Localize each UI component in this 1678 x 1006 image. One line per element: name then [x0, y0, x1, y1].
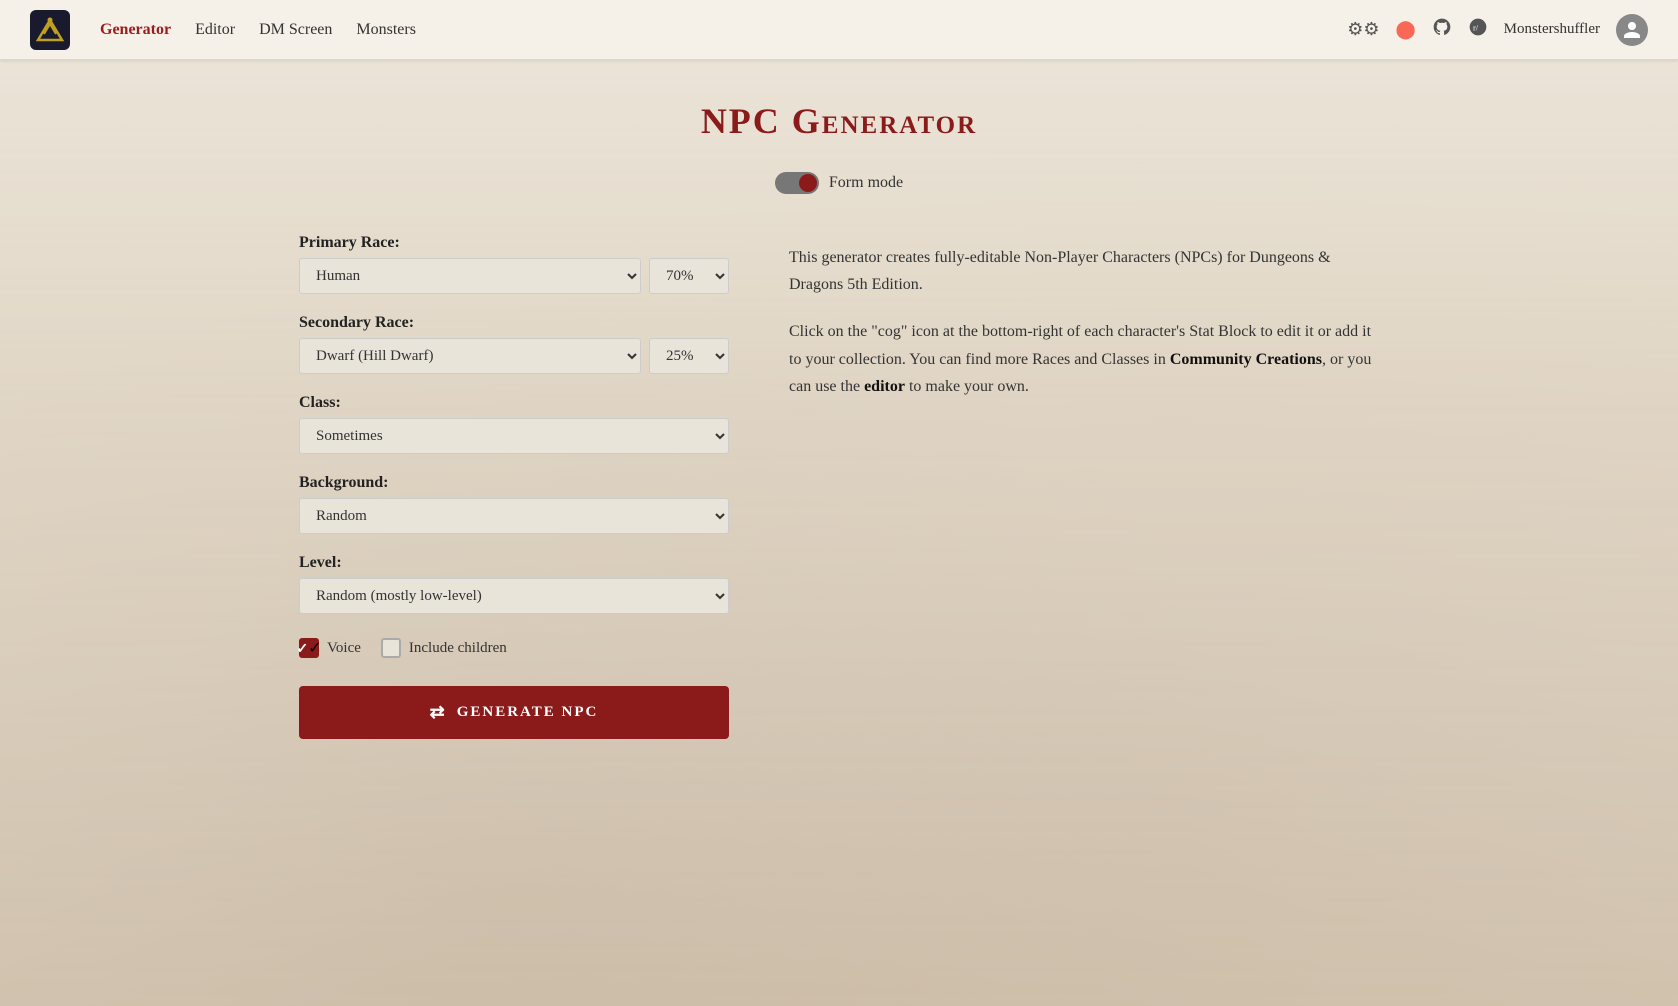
community-creations-link[interactable]: Community Creations	[1170, 351, 1322, 368]
check-icon: ✓	[296, 638, 321, 658]
info-paragraph-1: This generator creates fully-editable No…	[789, 244, 1379, 298]
form-mode-row: Form mode	[299, 172, 1379, 194]
nav-links: Generator Editor DM Screen Monsters	[100, 21, 1347, 39]
gear-icon[interactable]: ⚙	[1347, 19, 1379, 40]
class-label: Class:	[299, 394, 729, 412]
primary-race-select[interactable]: Human Elf Dwarf Halfling Half-Orc Gnome …	[299, 258, 641, 294]
voice-label: Voice	[327, 640, 361, 657]
info-panel: This generator creates fully-editable No…	[789, 234, 1379, 420]
primary-race-label: Primary Race:	[299, 234, 729, 252]
secondary-race-select[interactable]: Dwarf (Hill Dwarf) Elf Human Halfling	[299, 338, 641, 374]
secondary-race-pct-select[interactable]: 25% 10% 50% 30%	[649, 338, 729, 374]
generate-npc-button[interactable]: ⇄ GENERATE NPC	[299, 686, 729, 739]
patreon-icon[interactable]: ⬤	[1395, 19, 1415, 40]
level-group: Level: Random (mostly low-level) Random …	[299, 554, 729, 614]
toggle-knob	[799, 174, 817, 192]
background-label: Background:	[299, 474, 729, 492]
form-panel: Primary Race: Human Elf Dwarf Halfling H…	[299, 234, 729, 739]
main-content: NPC Generator Form mode Primary Race: Hu…	[239, 60, 1439, 779]
logo[interactable]	[30, 10, 70, 50]
form-mode-toggle[interactable]	[775, 172, 819, 194]
secondary-race-row: Dwarf (Hill Dwarf) Elf Human Halfling 25…	[299, 338, 729, 374]
navbar-right: ⚙ ⬤ r/ Monstershuffler	[1347, 14, 1648, 46]
level-label: Level:	[299, 554, 729, 572]
nav-generator[interactable]: Generator	[100, 21, 171, 39]
primary-race-row: Human Elf Dwarf Halfling Half-Orc Gnome …	[299, 258, 729, 294]
nav-monsters[interactable]: Monsters	[356, 21, 416, 39]
primary-race-group: Primary Race: Human Elf Dwarf Halfling H…	[299, 234, 729, 294]
form-mode-label: Form mode	[829, 174, 903, 192]
class-select[interactable]: Sometimes Always Never Random	[299, 418, 729, 454]
nav-editor[interactable]: Editor	[195, 21, 235, 39]
avatar[interactable]	[1616, 14, 1648, 46]
secondary-race-label: Secondary Race:	[299, 314, 729, 332]
include-children-checkbox-item[interactable]: Include children	[381, 638, 507, 658]
info-paragraph-2: Click on the "cog" icon at the bottom-ri…	[789, 318, 1379, 400]
level-select[interactable]: Random (mostly low-level) Random 1 5 10 …	[299, 578, 729, 614]
generate-btn-label: GENERATE NPC	[457, 704, 599, 721]
username-label: Monstershuffler	[1504, 21, 1600, 38]
voice-checkbox-item[interactable]: ✓ Voice	[299, 638, 361, 658]
voice-checkbox[interactable]: ✓	[299, 638, 319, 658]
page-title: NPC Generator	[299, 100, 1379, 142]
reddit-icon[interactable]: r/	[1468, 17, 1488, 42]
background-group: Background: Random Acolyte Criminal Folk…	[299, 474, 729, 534]
secondary-race-group: Secondary Race: Dwarf (Hill Dwarf) Elf H…	[299, 314, 729, 374]
content-grid: Primary Race: Human Elf Dwarf Halfling H…	[299, 234, 1379, 739]
editor-link[interactable]: editor	[864, 378, 905, 395]
github-icon[interactable]	[1432, 17, 1452, 42]
navbar: Generator Editor DM Screen Monsters ⚙ ⬤ …	[0, 0, 1678, 60]
class-group: Class: Sometimes Always Never Random	[299, 394, 729, 454]
include-children-checkbox[interactable]	[381, 638, 401, 658]
nav-dm-screen[interactable]: DM Screen	[259, 21, 332, 39]
svg-text:r/: r/	[1473, 23, 1479, 32]
shuffle-icon: ⇄	[430, 702, 447, 723]
primary-race-pct-select[interactable]: 70% 50% 30% 100%	[649, 258, 729, 294]
background-select[interactable]: Random Acolyte Criminal Folk Hero Noble …	[299, 498, 729, 534]
include-children-label: Include children	[409, 640, 507, 657]
checkboxes-row: ✓ Voice Include children	[299, 638, 729, 658]
